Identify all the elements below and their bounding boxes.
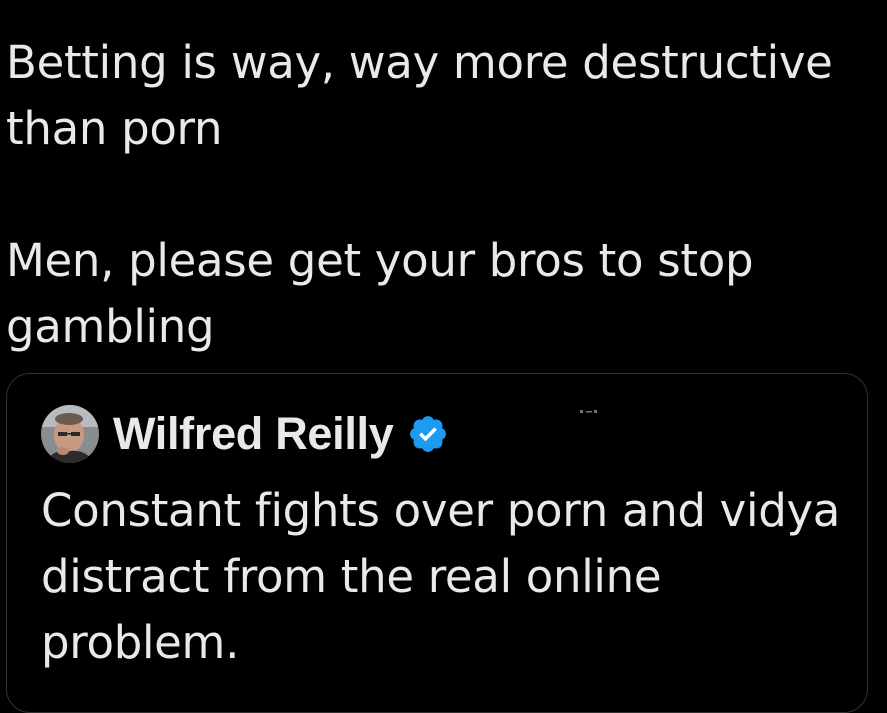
tweet-body: Betting is way, way more destructive tha…	[6, 30, 876, 360]
avatar-photo	[41, 405, 99, 463]
quoted-tweet-card[interactable]: Wilfred Reilly Constant fights over porn…	[6, 373, 868, 713]
author-name[interactable]: Wilfred Reilly	[113, 408, 394, 460]
tweet-paragraph-2: Men, please get your bros to stop gambli…	[6, 234, 754, 353]
tweet-paragraph-1: Betting is way, way more destructive tha…	[6, 36, 833, 155]
separator-mark	[580, 410, 597, 413]
verified-badge-icon	[410, 416, 447, 452]
avatar[interactable]	[41, 405, 99, 463]
quoted-tweet-text: Constant fights over porn and vidya dist…	[41, 484, 841, 669]
quoted-tweet-header: Wilfred Reilly	[41, 404, 449, 464]
